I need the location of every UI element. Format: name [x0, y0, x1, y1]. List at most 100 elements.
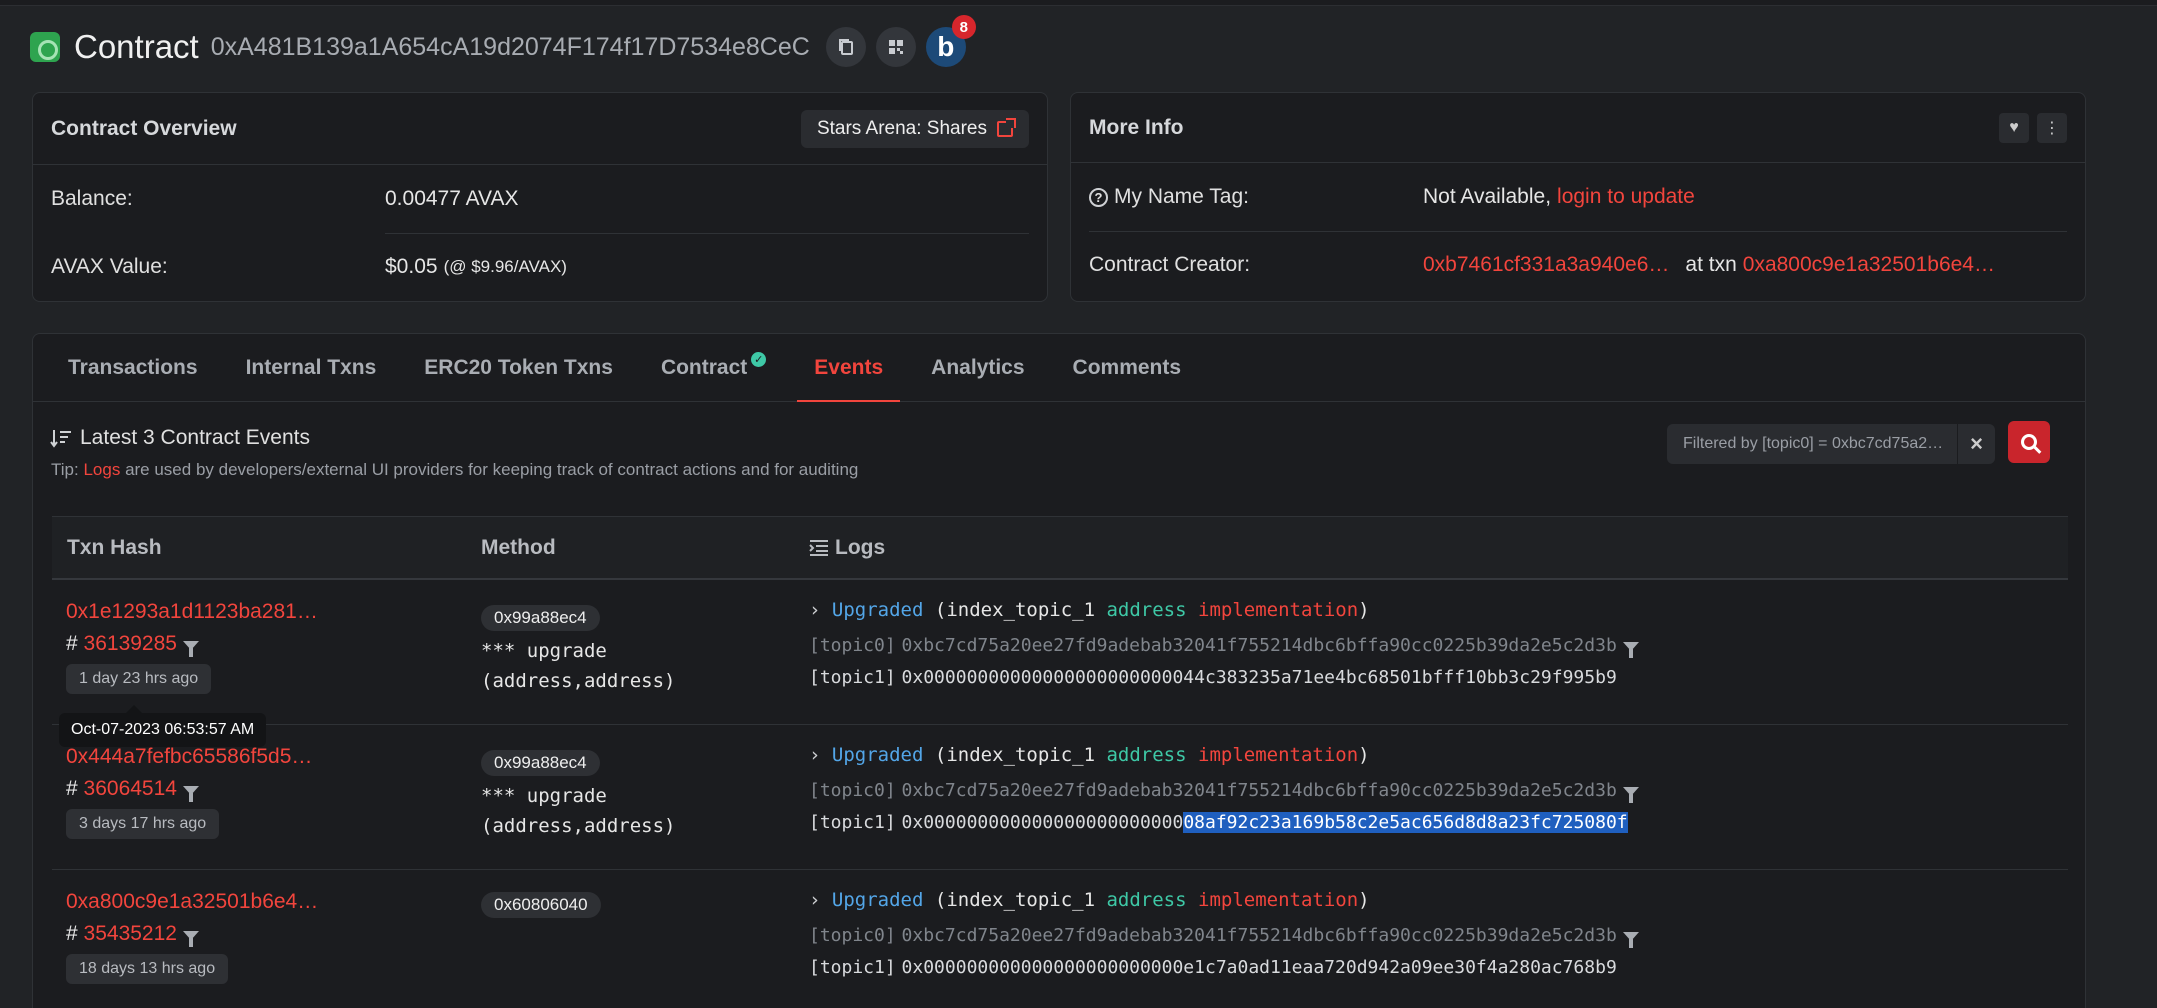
topic1-value: 0x000000000000000000000000e1c7a0ad11eaa7…	[901, 957, 1617, 978]
tab-erc20-token-txns[interactable]: ERC20 Token Txns	[407, 334, 630, 401]
method-signature: (address,address)	[481, 670, 676, 692]
col-method: Method	[481, 535, 556, 559]
contract-overview-header: Contract Overview Stars Arena: Shares	[33, 93, 1047, 165]
more-options-button[interactable]: ⋮	[2037, 112, 2067, 143]
chevron-right-icon[interactable]: ›	[809, 599, 820, 621]
favorite-button[interactable]: ♥	[1999, 112, 2029, 143]
event-param-name: implementation	[1198, 599, 1359, 621]
block-prefix: #	[66, 922, 78, 945]
topic0-line: [topic0] 0xbc7cd75a20ee27fd9adebab32041f…	[809, 633, 1639, 658]
topic1-label: [topic1]	[809, 812, 896, 833]
block-number-link[interactable]: 35435212	[84, 922, 177, 945]
filter-icon[interactable]	[1622, 932, 1639, 948]
txn-hash-link[interactable]: 0x1e1293a1d1123ba281…	[66, 600, 318, 624]
event-signature: › Upgraded (index_topic_1 address implem…	[809, 599, 1639, 621]
event-name: Upgraded	[831, 744, 924, 766]
event-signature: › Upgraded (index_topic_1 address implem…	[809, 744, 1639, 766]
event-param-name: implementation	[1198, 889, 1359, 911]
filter-icon[interactable]	[182, 641, 199, 657]
logs-link[interactable]: Logs	[83, 460, 120, 479]
filter-icon[interactable]	[1622, 787, 1639, 803]
age-badge[interactable]: 18 days 13 hrs ago	[66, 954, 229, 984]
search-button[interactable]	[2008, 421, 2050, 463]
avax-rate: (@ $9.96/AVAX)	[443, 257, 567, 276]
qr-code-button[interactable]	[875, 27, 916, 67]
txn-hash-link[interactable]: 0xa800c9e1a32501b6e4…	[66, 890, 318, 914]
balance-value: 0.00477 AVAX	[385, 187, 519, 210]
tab-internal-txns[interactable]: Internal Txns	[229, 334, 394, 401]
topic1-line: [topic1] 0x00000000000000000000000008af9…	[809, 810, 1639, 834]
event-signature: › Upgraded (index_topic_1 address implem…	[809, 889, 1639, 911]
tab-events[interactable]: Events	[797, 334, 901, 402]
avax-value-amount: $0.05	[385, 255, 438, 278]
notification-count-badge: 8	[951, 15, 976, 39]
page-header: Contract 0xA481B139a1A654cA19d2074F174f1…	[30, 15, 976, 72]
tab-bar: Transactions Internal Txns ERC20 Token T…	[33, 334, 2085, 402]
search-icon	[2021, 434, 2037, 450]
chevron-right-icon[interactable]: ›	[809, 889, 820, 911]
contract-overview-title: Contract Overview	[51, 116, 237, 140]
method-signature: (address,address)	[481, 815, 676, 837]
at-txn-label: at txn	[1685, 253, 1737, 276]
topic0-value: 0xbc7cd75a20ee27fd9adebab32041f755214dbc…	[901, 925, 1617, 946]
age-badge[interactable]: 3 days 17 hrs ago	[66, 809, 220, 839]
method-stars: *** upgrade	[481, 640, 607, 662]
balance-row: Balance: 0.00477 AVAX	[33, 165, 1047, 233]
event-param-close: )	[1358, 889, 1370, 911]
tab-analytics[interactable]: Analytics	[914, 334, 1041, 401]
block-prefix: #	[66, 632, 78, 655]
chevron-right-icon[interactable]: ›	[809, 744, 820, 766]
topic1-label: [topic1]	[809, 667, 896, 688]
avax-value-row: AVAX Value: $0.05 (@ $9.96/AVAX)	[33, 234, 1047, 300]
table-row: 0x444a7fefbc65586f5d5… # 36064514 3 days…	[52, 725, 2068, 870]
copy-address-button[interactable]	[825, 27, 866, 67]
block-line: # 36139285	[66, 632, 318, 657]
filter-icon[interactable]	[182, 931, 199, 947]
event-param-type: address	[1106, 599, 1187, 621]
heart-icon: ♥	[2009, 118, 2019, 136]
age-badge[interactable]: 1 day 23 hrs ago	[66, 664, 212, 694]
tab-transactions[interactable]: Transactions	[51, 334, 215, 401]
topic1-value-selected: 08af92c23a169b58c2e5ac656d8d8a23fc725080…	[1183, 812, 1628, 833]
txn-hash-link[interactable]: 0x444a7fefbc65586f5d5…	[66, 745, 312, 769]
event-param-open: (index_topic_1	[934, 599, 1096, 621]
timestamp-tooltip: Oct-07-2023 06:53:57 AM	[59, 705, 267, 747]
block-number-link[interactable]: 36064514	[84, 777, 177, 800]
blockscan-chat-button[interactable]: b 8	[925, 15, 976, 67]
tab-contract[interactable]: Contract ✓	[644, 334, 783, 401]
topic-filter-display: Filtered by [topic0] = 0xbc7cd75a2…	[1667, 424, 1957, 464]
event-param-close: )	[1358, 744, 1370, 766]
event-param-type: address	[1106, 889, 1187, 911]
events-heading: Latest 3 Contract Events	[50, 426, 310, 450]
balance-label: Balance:	[51, 187, 133, 210]
method-stars: *** upgrade	[481, 785, 607, 807]
creator-txn-link[interactable]: 0xa800c9e1a32501b6e4…	[1743, 253, 1995, 277]
method-id-badge: 0x60806040	[481, 892, 601, 918]
contract-creator-row: Contract Creator: 0xb7461cf331a3a940e6… …	[1071, 232, 2085, 298]
topic0-value: 0xbc7cd75a20ee27fd9adebab32041f755214dbc…	[901, 780, 1617, 801]
login-to-update-link[interactable]: login to update	[1557, 185, 1695, 209]
topic0-label: [topic0]	[809, 925, 896, 946]
contract-overview-card: Contract Overview Stars Arena: Shares Ba…	[32, 92, 1048, 302]
event-param-close: )	[1358, 599, 1370, 621]
topic1-line: [topic1] 0x000000000000000000000000e1c7a…	[809, 955, 1639, 979]
filter-icon[interactable]	[1622, 642, 1639, 658]
event-param-open: (index_topic_1	[934, 889, 1096, 911]
block-number-link[interactable]: 36139285	[84, 632, 177, 655]
contract-logo-icon	[30, 32, 60, 62]
block-prefix: #	[66, 777, 78, 800]
copy-icon	[838, 39, 853, 55]
stars-arena-tag-button[interactable]: Stars Arena: Shares	[800, 109, 1029, 148]
tab-comments[interactable]: Comments	[1056, 334, 1199, 401]
external-link-icon	[997, 117, 1016, 137]
topic1-value: 0x00000000000000000000000044c383235a71ee…	[901, 667, 1617, 688]
question-icon: ?	[1089, 187, 1108, 207]
filter-icon[interactable]	[182, 786, 199, 802]
method-id-badge: 0x99a88ec4	[481, 750, 600, 776]
verified-check-icon: ✓	[751, 352, 767, 367]
creator-address-link[interactable]: 0xb7461cf331a3a940e6…	[1423, 253, 1669, 277]
clear-filter-button[interactable]: ×	[1957, 424, 1995, 464]
event-param-name: implementation	[1198, 744, 1359, 766]
topic0-line: [topic0] 0xbc7cd75a20ee27fd9adebab32041f…	[809, 778, 1639, 803]
table-row: 0xa800c9e1a32501b6e4… # 35435212 18 days…	[52, 870, 2068, 1008]
